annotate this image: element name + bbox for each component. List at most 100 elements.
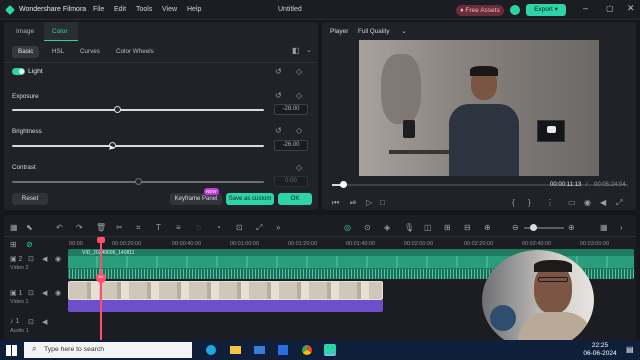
quality-select[interactable]: Full Quality ⌄ xyxy=(358,28,407,35)
link-icon[interactable]: ⊘ xyxy=(26,240,33,249)
menu-edit[interactable]: Edit xyxy=(114,6,126,13)
menu-view[interactable]: View xyxy=(162,6,177,13)
brightness-slider[interactable] xyxy=(12,145,264,147)
tab-color[interactable]: Color xyxy=(52,28,68,35)
edge-icon[interactable] xyxy=(206,345,216,355)
subtab-hsl[interactable]: HSL xyxy=(46,46,70,58)
light-toggle[interactable] xyxy=(12,68,25,75)
color-icon[interactable]: ◌ xyxy=(196,223,201,232)
player-progress-knob[interactable] xyxy=(340,181,348,188)
keyframe-icon[interactable]: ◇ xyxy=(296,126,302,135)
keyframe-icon[interactable]: ◇ xyxy=(296,91,302,100)
menu-help[interactable]: Help xyxy=(187,6,201,13)
lock-icon[interactable]: ⊡ xyxy=(28,289,34,297)
export-button[interactable]: Export ▾ xyxy=(526,4,566,16)
layout-icon[interactable]: ▦ xyxy=(600,223,608,232)
chrome-icon[interactable] xyxy=(302,345,312,355)
taskbar-search-input[interactable]: ⌕ Type here to search xyxy=(24,342,192,358)
display-icon[interactable]: ▭ xyxy=(568,198,576,207)
player-progress-track[interactable] xyxy=(332,184,628,186)
volume-icon[interactable]: ◀ xyxy=(600,198,606,207)
subtab-color-wheels[interactable]: Color Wheels xyxy=(110,46,160,58)
tab-image[interactable]: Image xyxy=(16,28,34,35)
crop-icon[interactable]: ⌗ xyxy=(136,223,141,233)
mark-out-icon[interactable]: } xyxy=(528,198,531,207)
subtab-basic[interactable]: Basic xyxy=(12,46,40,58)
avatar[interactable] xyxy=(510,5,520,15)
marker-icon[interactable]: ⊕ xyxy=(484,223,491,232)
grid-icon[interactable]: ▦ xyxy=(10,223,18,232)
crop-icon[interactable]: ⊡ xyxy=(236,223,243,232)
zoom-slider-knob[interactable] xyxy=(530,224,537,231)
eye-icon[interactable]: ◉ xyxy=(55,289,61,297)
sticker-icon[interactable]: ◫ xyxy=(424,223,432,232)
camera-icon[interactable]: ◉ xyxy=(584,198,591,207)
video-preview[interactable] xyxy=(359,40,599,176)
save-as-custom-button[interactable]: Save as custom xyxy=(226,193,274,205)
volume-icon[interactable]: ◀ xyxy=(42,289,47,297)
windows-start-icon[interactable] xyxy=(6,345,17,356)
minimize-icon[interactable]: – xyxy=(583,3,588,13)
snapshot-icon[interactable]: ⊞ xyxy=(444,223,451,232)
free-assets-button[interactable]: ♦ Free Assets xyxy=(456,5,504,16)
delete-icon[interactable]: 🗑 xyxy=(96,223,106,232)
reset-button[interactable]: Reset xyxy=(12,193,48,205)
link-icon[interactable]: ⊟ xyxy=(464,223,471,232)
lock-icon[interactable]: ⊡ xyxy=(28,318,34,326)
adjust-icon[interactable]: ≡ xyxy=(176,223,181,232)
scissors-icon[interactable]: ✂ xyxy=(96,273,106,283)
eye-icon[interactable]: ◉ xyxy=(55,255,61,263)
chevron-down-icon[interactable]: ⌄ xyxy=(306,46,312,54)
shield-icon[interactable]: ◈ xyxy=(384,223,390,232)
exposure-value[interactable]: -28.00 xyxy=(274,104,308,115)
play-icon[interactable]: ⊙ xyxy=(364,223,371,232)
mail-icon[interactable] xyxy=(254,346,265,354)
stop-icon[interactable]: □ xyxy=(380,198,385,207)
zoom-in-icon[interactable]: ⊕ xyxy=(568,223,575,232)
menu-file[interactable]: File xyxy=(93,6,104,13)
text-icon[interactable]: T xyxy=(156,223,161,232)
expand-icon[interactable]: › xyxy=(620,223,623,232)
playhead-handle[interactable] xyxy=(97,237,105,243)
reset-icon[interactable]: ↺ xyxy=(275,126,282,135)
video1-clip[interactable] xyxy=(68,281,383,300)
brightness-value[interactable]: -26.00 xyxy=(274,140,308,151)
more-icon[interactable]: ⋮ xyxy=(546,198,554,207)
filmora-taskbar-icon[interactable] xyxy=(324,344,336,356)
fullscreen-icon[interactable]: ⤢ xyxy=(616,198,622,208)
exposure-slider[interactable] xyxy=(12,109,264,111)
redo-icon[interactable]: ↷ xyxy=(76,223,83,232)
keyframe-icon[interactable]: ◇ xyxy=(296,163,302,172)
keyframe-icon[interactable]: ◇ xyxy=(296,67,302,76)
undo-icon[interactable]: ↶ xyxy=(56,223,63,232)
volume-icon[interactable]: ◀ xyxy=(42,318,47,326)
more-icon[interactable]: » xyxy=(276,223,280,232)
contrast-slider-knob[interactable] xyxy=(134,178,142,185)
mark-in-icon[interactable]: { xyxy=(512,198,515,207)
ok-button[interactable]: OK xyxy=(278,193,312,205)
add-track-icon[interactable]: ⊞ xyxy=(10,240,17,249)
mic-icon[interactable]: 🎙 xyxy=(404,223,414,232)
speed-icon[interactable]: ◔ xyxy=(216,223,221,232)
exposure-slider-knob[interactable] xyxy=(114,106,122,113)
media-icon[interactable] xyxy=(278,345,288,355)
prev-frame-icon[interactable]: ⏮ xyxy=(332,198,339,208)
expand-icon[interactable]: ⤢ xyxy=(256,223,262,233)
pointer-icon[interactable]: ⬉ xyxy=(26,223,33,232)
volume-icon[interactable]: ◀ xyxy=(42,255,47,263)
video1-audio-clip[interactable] xyxy=(68,300,383,312)
menu-tools[interactable]: Tools xyxy=(136,6,152,13)
reset-icon[interactable]: ↺ xyxy=(275,91,282,100)
lock-icon[interactable]: ⊡ xyxy=(28,255,34,263)
subtab-curves[interactable]: Curves xyxy=(74,46,106,58)
render-icon[interactable]: ◎ xyxy=(344,223,351,232)
reset-icon[interactable]: ↺ xyxy=(275,67,282,76)
notification-icon[interactable]: ▤ xyxy=(626,345,634,354)
close-icon[interactable]: ✕ xyxy=(627,3,635,14)
play-icon[interactable]: ⏯ xyxy=(350,198,356,208)
compare-icon[interactable]: ◧ xyxy=(292,46,300,55)
maximize-icon[interactable]: ▢ xyxy=(606,4,614,13)
scissors-icon[interactable]: ✂ xyxy=(116,223,123,232)
contrast-value[interactable]: 0.00 xyxy=(274,176,308,187)
zoom-out-icon[interactable]: ⊖ xyxy=(512,223,519,232)
